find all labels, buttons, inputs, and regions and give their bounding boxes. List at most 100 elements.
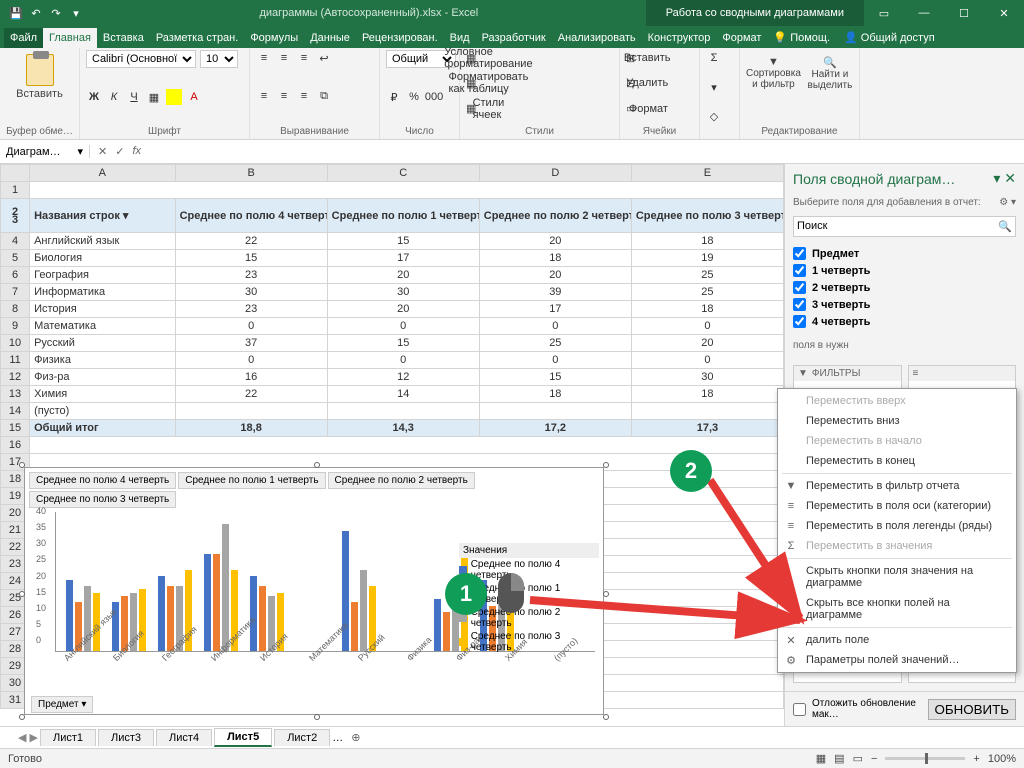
redo-icon[interactable]: ↷ [48,5,64,21]
pane-close-icon[interactable]: ▾ ✕ [993,170,1016,187]
update-button[interactable]: ОБНОВИТЬ [928,699,1016,720]
wrap-text-button[interactable]: ↩ [316,50,332,66]
cell-styles-button[interactable]: ▦ Стили ячеек [466,101,613,117]
border-button[interactable]: ▦ [146,89,162,105]
merge-button[interactable]: ⧉ [316,88,332,104]
search-icon: 🔍 [807,56,853,69]
qat-more-icon[interactable]: ▾ [68,5,84,21]
currency-icon[interactable]: ₽ [386,89,402,105]
zoom-level[interactable]: 100% [988,753,1016,765]
underline-button[interactable]: Ч [126,89,142,105]
worksheet[interactable]: ABCDE123Названия строк ▾Среднее по полю … [0,164,784,726]
percent-icon[interactable]: % [406,89,422,105]
field-checkbox[interactable]: Предмет [793,245,1016,262]
find-select-button[interactable]: 🔍 Найти и выделить [807,56,853,91]
field-checkbox[interactable]: 1 четверть [793,262,1016,279]
align-mid-icon[interactable]: ≡ [276,50,292,66]
menu-field-settings[interactable]: ⚙Параметры полей значений… [778,650,1016,670]
formula-bar: Диаграм…▾ ✕ ✓ fx [0,140,1024,164]
field-checkbox[interactable]: 2 четверть [793,279,1016,296]
chevron-down-icon[interactable]: ▾ [77,145,83,158]
cond-format-button[interactable]: ▦ Условное форматирование [466,50,613,66]
callout-2: 2 [670,450,712,492]
sum-icon[interactable]: Σ [706,50,722,66]
fx-icon[interactable]: fx [132,145,141,158]
formula-input[interactable] [150,144,1024,159]
tab-format[interactable]: Формат [716,28,767,48]
status-bar: Готово ▦ ▤ ▭ − + 100% [0,748,1024,768]
tab-analyze[interactable]: Анализировать [552,28,642,48]
group-clipboard: Буфер обме… [6,126,73,139]
align-right-icon[interactable]: ≡ [296,88,312,104]
save-icon[interactable]: 💾 [8,5,24,21]
add-sheet-button[interactable]: ⊕ [345,731,366,744]
tab-review[interactable]: Рецензирован. [356,28,444,48]
font-color-button[interactable]: А [186,89,202,105]
align-center-icon[interactable]: ≡ [276,88,292,104]
cancel-icon[interactable]: ✕ [98,145,107,158]
tab-formulas[interactable]: Формулы [244,28,304,48]
delete-button[interactable]: ⊟ Удалить [626,75,693,91]
chart-filter-button[interactable]: Предмет ▾ [31,696,93,713]
chart-field-button[interactable]: Среднее по полю 3 четверть [29,491,176,508]
align-bot-icon[interactable]: ≡ [296,50,312,66]
funnel-icon: ▼ [746,56,801,68]
align-left-icon[interactable]: ≡ [256,88,272,104]
ribbon-options-icon[interactable]: ▭ [864,7,904,20]
ribbon: Вставить Буфер обме… Calibri (Основної 1… [0,48,1024,140]
tab-insert[interactable]: Вставка [97,28,150,48]
sheet-tab[interactable]: Лист2 [274,729,330,746]
view-break-icon[interactable]: ▭ [853,752,863,765]
tab-developer[interactable]: Разработчик [476,28,552,48]
fill-icon[interactable]: ▾ [706,79,722,95]
fill-color-button[interactable] [166,89,182,105]
sheet-tab[interactable]: Лист5 [214,728,272,747]
minimize-icon[interactable]: — [904,7,944,20]
zoom-out-icon[interactable]: − [871,753,877,765]
field-search[interactable]: Поиск🔍 [793,216,1016,237]
align-top-icon[interactable]: ≡ [256,50,272,66]
sheet-tab[interactable]: Лист3 [98,729,154,746]
italic-button[interactable]: К [106,89,122,105]
sheet-tab[interactable]: Лист1 [40,729,96,746]
comma-icon[interactable]: 000 [426,89,442,105]
maximize-icon[interactable]: ☐ [944,7,984,20]
tab-designer[interactable]: Конструктор [642,28,717,48]
view-layout-icon[interactable]: ▤ [834,752,844,765]
clear-icon[interactable]: ◇ [706,108,722,124]
undo-icon[interactable]: ↶ [28,5,44,21]
field-checkbox[interactable]: 3 четверть [793,296,1016,313]
format-button[interactable]: ▭ Формат [626,101,693,117]
zoom-slider[interactable] [885,757,965,760]
font-name-select[interactable]: Calibri (Основної [86,50,196,68]
insert-button[interactable]: ⊞ Вставить [626,50,693,66]
format-table-button[interactable]: ▦ Форматировать как таблицу [466,75,613,91]
paste-button[interactable]: Вставить [6,50,73,104]
tab-help[interactable]: 💡 Помощ. [767,27,836,48]
gear-icon[interactable]: ⚙ ▾ [999,197,1016,208]
enter-icon[interactable]: ✓ [115,145,124,158]
tab-home[interactable]: Главная [43,28,97,48]
sort-filter-button[interactable]: ▼ Сортировка и фильтр [746,56,801,91]
tab-view[interactable]: Вид [444,28,476,48]
name-box[interactable]: Диаграм…▾ [0,145,90,158]
view-normal-icon[interactable]: ▦ [816,752,826,765]
pane-title: Поля сводной диаграм… [793,171,955,187]
sheet-more[interactable]: … [332,732,343,744]
font-size-select[interactable]: 10 [200,50,238,68]
zoom-in-icon[interactable]: + [973,753,979,765]
chart-field-button[interactable]: Среднее по полю 2 четверть [328,472,475,489]
tab-file[interactable]: Файл [4,28,43,48]
chart-field-button[interactable]: Среднее по полю 4 четверть [29,472,176,489]
group-cells: Ячейки [626,126,693,139]
close-icon[interactable]: ✕ [984,7,1024,20]
tab-layout[interactable]: Разметка стран. [150,28,245,48]
defer-checkbox[interactable] [793,703,806,716]
field-checkbox[interactable]: 4 четверть [793,313,1016,330]
menu-move-down[interactable]: Переместить вниз [778,411,1016,431]
bold-button[interactable]: Ж [86,89,102,105]
tab-data[interactable]: Данные [304,28,356,48]
sheet-tab[interactable]: Лист4 [156,729,212,746]
chart-field-button[interactable]: Среднее по полю 1 четверть [178,472,325,489]
share-button[interactable]: 👤 Общий доступ [836,27,943,48]
